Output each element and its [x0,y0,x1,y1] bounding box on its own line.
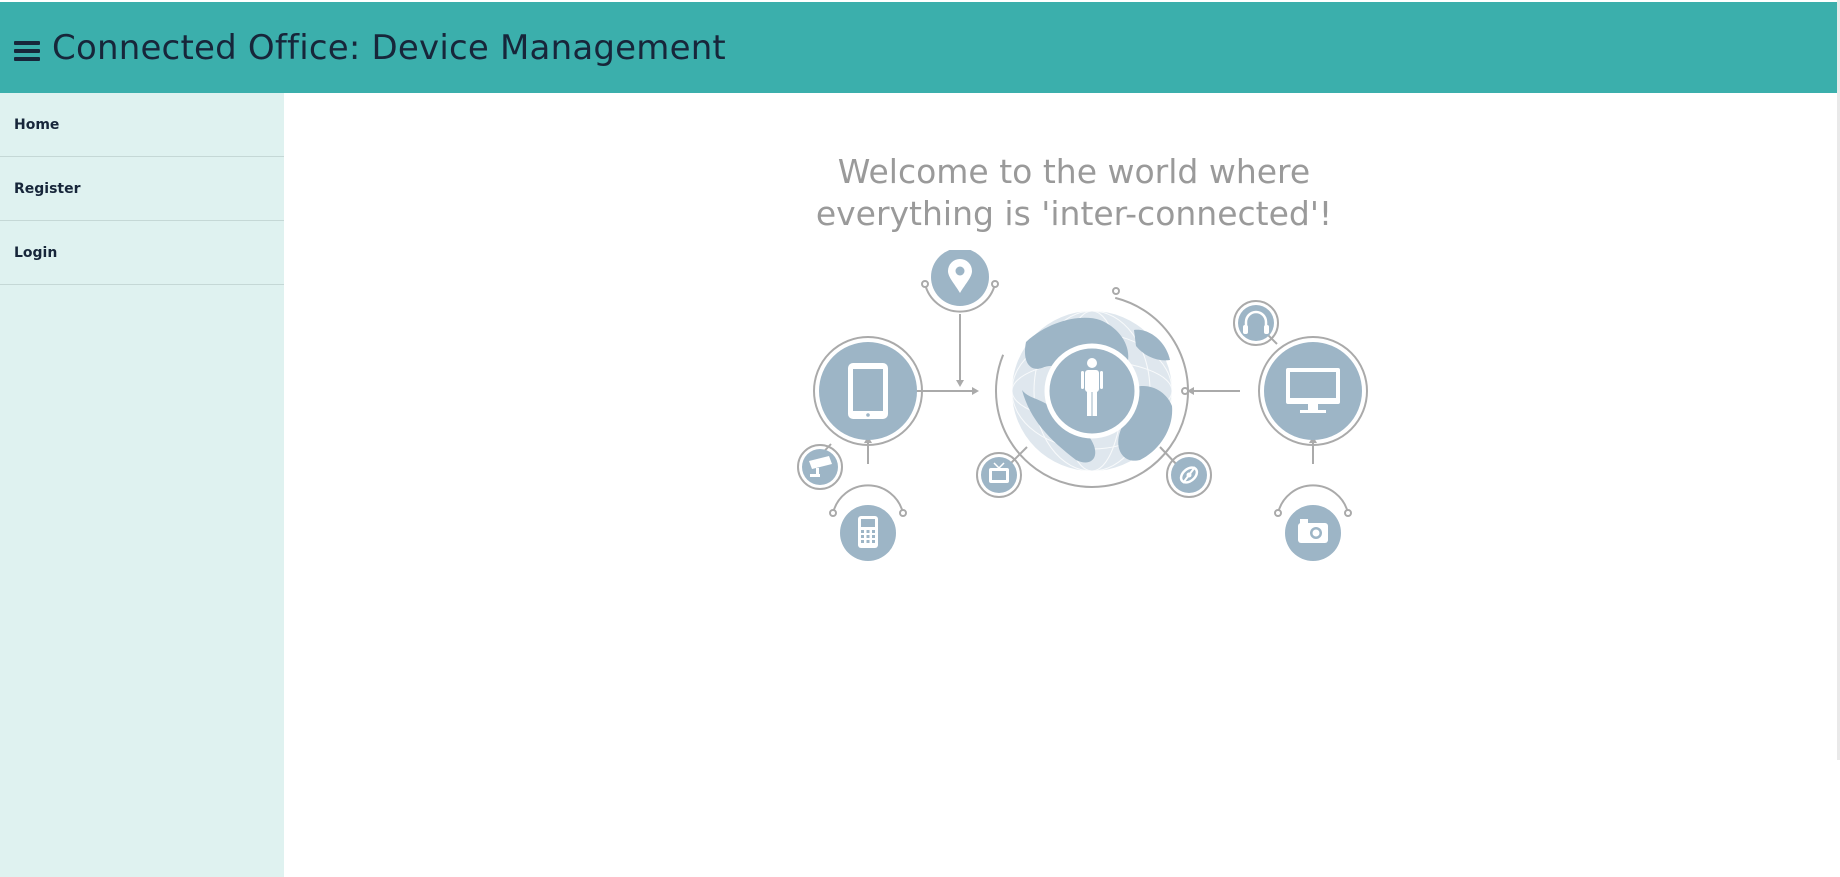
mobile-phone-icon [840,505,896,561]
hamburger-menu-icon[interactable] [14,40,40,61]
satellite-icon [1171,457,1207,493]
welcome-heading: Welcome to the world where everything is… [284,151,1840,235]
sidebar-item-home[interactable]: Home [0,93,284,157]
location-pin-icon [931,250,989,306]
camera-icon [1285,505,1341,561]
connectivity-illustration [797,250,1368,561]
main-content: Welcome to the world where everything is… [284,93,1837,877]
sidebar: Home Register Login [0,93,284,877]
sidebar-item-register[interactable]: Register [0,157,284,221]
tablet-icon [819,342,917,440]
app-title: Connected Office: Device Management [52,27,726,68]
welcome-line-1: Welcome to the world where [837,152,1311,191]
security-camera-icon [802,449,838,485]
monitor-icon [1264,342,1362,440]
person-icon [1044,343,1140,439]
sidebar-item-login[interactable]: Login [0,221,284,285]
tv-icon [981,457,1017,493]
welcome-line-2: everything is 'inter-connected'! [815,194,1333,233]
app-header: Connected Office: Device Management [0,2,1837,93]
headphones-icon [1238,305,1274,341]
